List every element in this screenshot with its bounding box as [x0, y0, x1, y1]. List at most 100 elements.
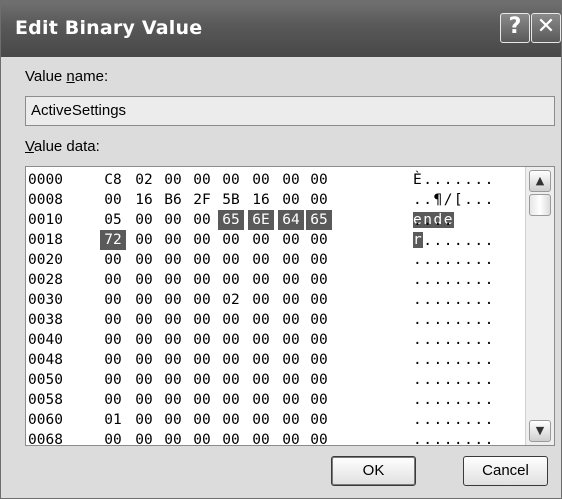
hex-byte[interactable]: 00 — [100, 350, 126, 370]
hex-byte[interactable]: 00 — [100, 270, 126, 290]
hex-byte[interactable]: 00 — [248, 330, 274, 350]
hex-byte[interactable]: 00 — [218, 310, 244, 330]
hex-byte[interactable]: 00 — [278, 330, 304, 350]
hex-byte[interactable]: 00 — [306, 310, 332, 330]
hex-byte[interactable]: 00 — [248, 390, 274, 410]
hex-row-ascii[interactable]: ........ — [413, 350, 523, 370]
hex-byte[interactable]: 00 — [189, 330, 215, 350]
hex-byte[interactable]: 00 — [218, 350, 244, 370]
hex-byte[interactable]: 00 — [131, 390, 157, 410]
hex-row[interactable]: 0008 00 16 B6 2F 5B 16 00 00 ..¶/[... — [26, 189, 526, 210]
hex-byte[interactable]: 00 — [278, 430, 304, 445]
vertical-scrollbar[interactable]: ▲ ▼ — [525, 167, 554, 445]
hex-byte[interactable]: 00 — [306, 250, 332, 270]
hex-byte[interactable]: 65 — [218, 210, 244, 230]
hex-byte[interactable]: 00 — [189, 430, 215, 445]
hex-byte[interactable]: 00 — [189, 350, 215, 370]
hex-byte[interactable]: 00 — [248, 370, 274, 390]
hex-byte[interactable]: 00 — [131, 270, 157, 290]
hex-byte[interactable]: 00 — [218, 270, 244, 290]
hex-byte[interactable]: 00 — [160, 170, 186, 190]
hex-row-ascii[interactable]: r....... — [413, 230, 523, 250]
hex-byte[interactable]: 00 — [160, 350, 186, 370]
hex-byte[interactable]: 00 — [306, 350, 332, 370]
hex-byte[interactable]: B6 — [160, 190, 186, 210]
hex-byte[interactable]: 00 — [248, 430, 274, 445]
hex-row-ascii[interactable]: ........ — [413, 250, 523, 270]
hex-row-ascii[interactable]: ........ — [413, 430, 523, 445]
hex-byte[interactable]: 65 — [306, 210, 332, 230]
hex-byte[interactable]: 00 — [248, 350, 274, 370]
hex-byte[interactable]: 00 — [160, 210, 186, 230]
hex-byte[interactable]: 00 — [100, 370, 126, 390]
hex-row[interactable]: 0010 05 00 00 00 65 6E 64 65.... ende — [26, 209, 526, 230]
hex-row-ascii[interactable]: ........ — [413, 310, 523, 330]
hex-byte[interactable]: 00 — [306, 170, 332, 190]
hex-byte[interactable]: 00 — [131, 330, 157, 350]
hex-byte[interactable]: 00 — [218, 410, 244, 430]
hex-byte[interactable]: 00 — [131, 350, 157, 370]
hex-row-ascii[interactable]: .... ende — [413, 210, 523, 230]
hex-byte[interactable]: 00 — [248, 310, 274, 330]
hex-row[interactable]: 0050 00 00 00 00 00 00 00 00........ — [26, 369, 526, 390]
hex-byte[interactable]: 00 — [160, 310, 186, 330]
hex-byte[interactable]: 00 — [248, 410, 274, 430]
hex-byte[interactable]: 72 — [100, 230, 126, 250]
hex-byte[interactable]: 00 — [189, 230, 215, 250]
hex-byte[interactable]: 00 — [189, 310, 215, 330]
hex-byte[interactable]: 00 — [131, 210, 157, 230]
hex-byte[interactable]: 00 — [160, 290, 186, 310]
hex-row-ascii[interactable]: ........ — [413, 390, 523, 410]
hex-byte[interactable]: 00 — [278, 370, 304, 390]
hex-byte[interactable]: 00 — [131, 430, 157, 445]
hex-byte[interactable]: 00 — [218, 330, 244, 350]
hex-byte[interactable]: 00 — [306, 390, 332, 410]
hex-byte[interactable]: 00 — [218, 250, 244, 270]
hex-byte[interactable]: 00 — [248, 170, 274, 190]
hex-byte[interactable]: 00 — [189, 290, 215, 310]
hex-byte[interactable]: 00 — [189, 170, 215, 190]
hex-row[interactable]: 0000 C8 02 00 00 00 00 00 00 È....... — [26, 169, 526, 190]
hex-byte[interactable]: 00 — [131, 290, 157, 310]
hex-byte[interactable]: 00 — [306, 370, 332, 390]
cancel-button[interactable]: Cancel — [463, 456, 548, 486]
hex-row[interactable]: 0018 72 00 00 00 00 00 00 00 r....... — [26, 229, 526, 250]
hex-row[interactable]: 0038 00 00 00 00 00 00 00 00........ — [26, 309, 526, 330]
hex-byte[interactable]: 00 — [306, 330, 332, 350]
hex-byte[interactable]: 00 — [131, 370, 157, 390]
hex-byte[interactable]: 00 — [100, 190, 126, 210]
hex-byte[interactable]: 00 — [278, 350, 304, 370]
hex-byte[interactable]: 00 — [248, 230, 274, 250]
hex-byte[interactable]: 00 — [278, 410, 304, 430]
hex-byte[interactable]: 00 — [100, 430, 126, 445]
title-bar[interactable]: Edit Binary Value ? ✕ — [1, 1, 561, 57]
hex-byte[interactable]: 00 — [218, 370, 244, 390]
hex-byte[interactable]: 00 — [160, 230, 186, 250]
hex-byte[interactable]: 00 — [278, 310, 304, 330]
hex-byte[interactable]: 2F — [189, 190, 215, 210]
hex-row-ascii[interactable]: ........ — [413, 270, 523, 290]
hex-byte[interactable]: 00 — [278, 250, 304, 270]
hex-byte[interactable]: 00 — [100, 310, 126, 330]
scroll-down-button[interactable]: ▼ — [529, 420, 551, 442]
hex-byte[interactable]: 00 — [131, 310, 157, 330]
hex-row[interactable]: 0020 00 00 00 00 00 00 00 00........ — [26, 249, 526, 270]
hex-byte[interactable]: 00 — [100, 390, 126, 410]
hex-byte[interactable]: 5B — [218, 190, 244, 210]
hex-row[interactable]: 0060 01 00 00 00 00 00 00 00........ — [26, 409, 526, 430]
hex-byte[interactable]: 00 — [248, 270, 274, 290]
hex-row-ascii[interactable]: ........ — [413, 330, 523, 350]
hex-byte[interactable]: 00 — [306, 190, 332, 210]
hex-byte[interactable]: 00 — [218, 390, 244, 410]
hex-byte[interactable]: 00 — [306, 410, 332, 430]
hex-row-ascii[interactable]: ........ — [413, 410, 523, 430]
scroll-thumb[interactable] — [529, 194, 551, 216]
hex-byte[interactable]: 00 — [160, 430, 186, 445]
hex-byte[interactable]: 00 — [160, 270, 186, 290]
hex-byte[interactable]: 00 — [248, 290, 274, 310]
hex-byte[interactable]: 01 — [100, 410, 126, 430]
hex-byte[interactable]: 00 — [189, 410, 215, 430]
hex-byte[interactable]: 00 — [160, 370, 186, 390]
hex-byte[interactable]: 00 — [160, 410, 186, 430]
hex-byte[interactable]: 6E — [248, 210, 274, 230]
